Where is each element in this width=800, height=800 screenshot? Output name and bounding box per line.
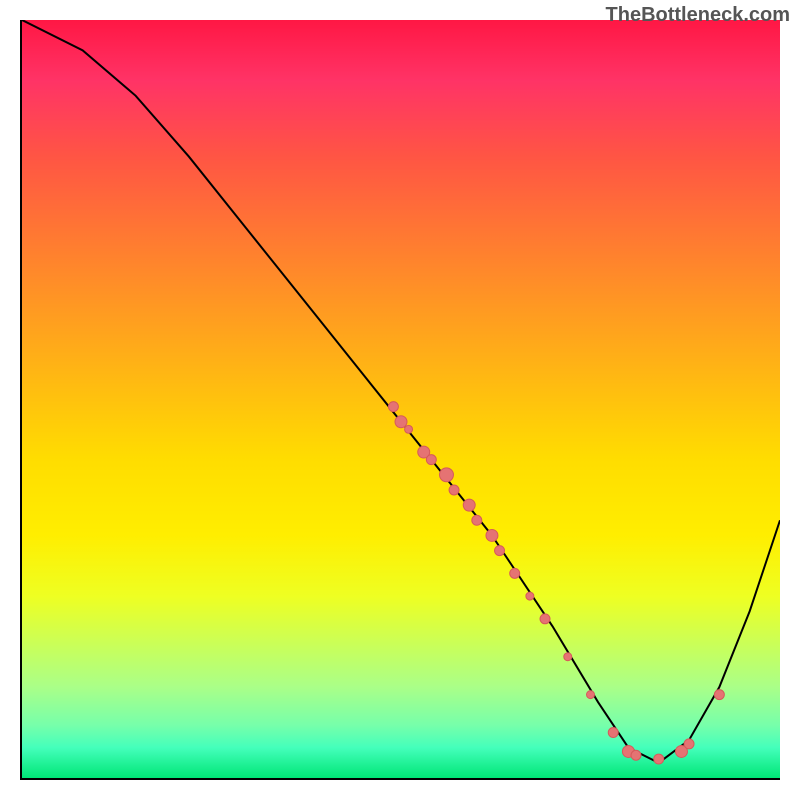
data-point [495, 546, 505, 556]
chart-svg [22, 20, 780, 778]
data-point [426, 455, 436, 465]
data-point [526, 592, 534, 600]
data-point [714, 690, 724, 700]
data-point [564, 653, 572, 661]
data-point [486, 529, 498, 541]
data-point [449, 485, 459, 495]
data-point [472, 515, 482, 525]
bottleneck-curve [22, 20, 780, 763]
data-point [395, 416, 407, 428]
data-point [684, 739, 694, 749]
data-point [405, 425, 413, 433]
chart-container [20, 20, 780, 780]
data-point [463, 499, 475, 511]
data-point [587, 691, 595, 699]
data-point [654, 754, 664, 764]
watermark-label: TheBottleneck.com [606, 4, 790, 27]
data-point [540, 614, 550, 624]
data-point [631, 750, 641, 760]
data-point [439, 468, 453, 482]
data-point [510, 568, 520, 578]
data-point [608, 728, 618, 738]
data-point [388, 402, 398, 412]
scatter-points-group [388, 402, 724, 764]
